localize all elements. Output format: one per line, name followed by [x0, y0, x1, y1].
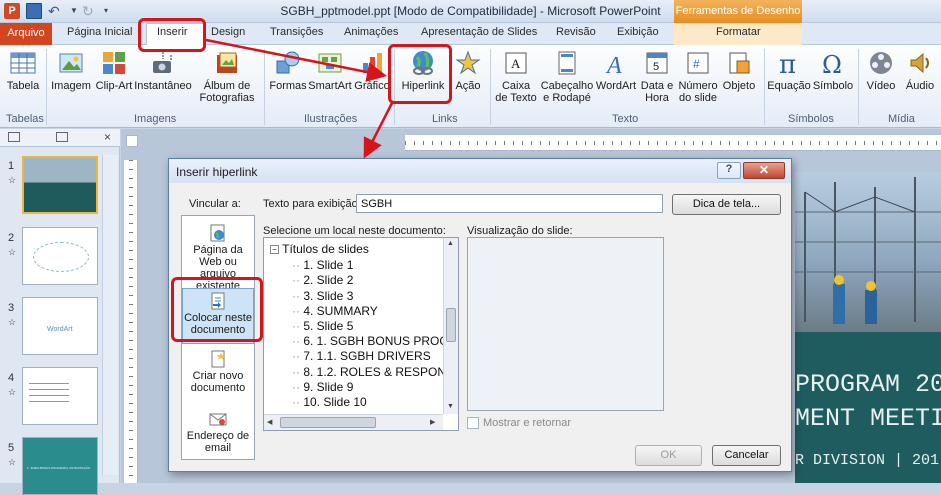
arrow-to-hyperlink — [205, 38, 387, 82]
annotation-arrows — [205, 38, 394, 159]
arrow-to-dialog — [363, 102, 394, 159]
